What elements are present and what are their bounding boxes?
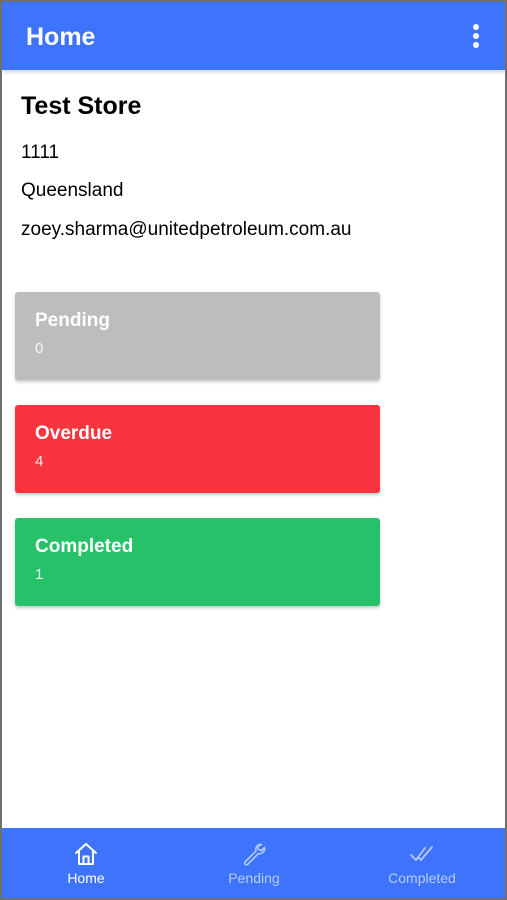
app-screen: Home Test Store 1111 Queensland zoey.sha… (2, 2, 505, 898)
page-title: Home (26, 23, 96, 51)
nav-item-home[interactable]: Home (2, 828, 170, 898)
more-menu-button[interactable] (461, 16, 491, 56)
bottom-navigation: Home Pending Completed (2, 828, 505, 898)
completed-card-count: 1 (35, 566, 44, 583)
pending-card-count: 0 (35, 340, 44, 357)
overdue-card-title: Overdue (35, 423, 113, 444)
store-region: Queensland (21, 180, 124, 201)
nav-item-pending[interactable]: Pending (170, 828, 338, 898)
nav-item-completed[interactable]: Completed (338, 828, 505, 898)
completed-card[interactable]: Completed 1 (15, 518, 380, 606)
wrench-icon (243, 843, 266, 866)
double-check-icon (410, 846, 433, 861)
store-name: Test Store (21, 92, 142, 120)
overdue-card-count: 4 (35, 453, 44, 470)
pending-card-title: Pending (35, 310, 110, 331)
pending-card[interactable]: Pending 0 (15, 292, 380, 380)
store-code: 1111 (21, 142, 60, 163)
store-email: zoey.sharma@unitedpetroleum.com.au (21, 219, 352, 240)
nav-label-completed: Completed (388, 870, 456, 886)
completed-card-title: Completed (35, 536, 134, 557)
app-bar: Home (2, 2, 505, 70)
home-icon (75, 843, 97, 865)
overdue-card[interactable]: Overdue 4 (15, 405, 380, 493)
nav-label-home: Home (67, 870, 105, 886)
nav-label-pending: Pending (228, 870, 280, 886)
